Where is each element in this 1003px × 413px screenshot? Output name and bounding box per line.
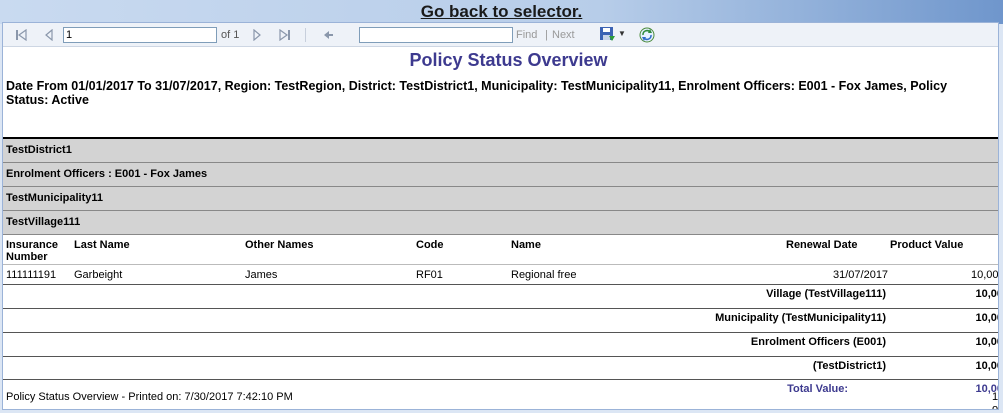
- grand-total-value: 10,00: [975, 383, 998, 395]
- total-village-value: 10,00: [975, 288, 998, 300]
- column-header-divider: [3, 264, 998, 265]
- back-to-selector-link[interactable]: Go back to selector.: [0, 2, 1003, 22]
- criteria-line-2: Status: Active: [6, 93, 89, 107]
- back-to-parent-icon[interactable]: [320, 27, 336, 43]
- col-name: Name: [511, 239, 541, 251]
- col-product-value: Product Value: [890, 239, 964, 251]
- refresh-icon[interactable]: [639, 27, 655, 43]
- find-link[interactable]: Find: [516, 29, 537, 41]
- previous-page-icon[interactable]: [41, 27, 57, 43]
- col-insurance-number: Insurance Number: [6, 239, 58, 263]
- row-divider: [3, 379, 998, 380]
- cell-name: Regional free: [511, 269, 577, 281]
- total-village-label: Village (TestVillage111): [766, 288, 886, 300]
- page-number-input[interactable]: [63, 27, 217, 43]
- next-page-icon[interactable]: [249, 27, 265, 43]
- col-code: Code: [416, 239, 444, 251]
- cell-renewal-date: 31/07/2017: [833, 269, 889, 281]
- group-municipality: TestMunicipality11: [3, 187, 998, 211]
- row-divider: [3, 284, 998, 285]
- report-criteria: Date From 01/01/2017 To 31/07/2017, Regi…: [6, 79, 998, 107]
- toolbar-divider: [305, 28, 306, 42]
- col-last-name: Last Name: [74, 239, 130, 251]
- criteria-line-1: Date From 01/01/2017 To 31/07/2017, Regi…: [6, 79, 948, 93]
- cell-product-value: 10,000: [971, 269, 998, 281]
- page-indicator: 1 o: [992, 391, 998, 409]
- total-municipality-label: Municipality (TestMunicipality11): [715, 312, 886, 324]
- report-body: Policy Status Overview Date From 01/01/2…: [3, 48, 998, 409]
- find-text-input[interactable]: [359, 27, 513, 43]
- page-count-label: of 1: [221, 29, 240, 41]
- cell-other-names: James: [245, 269, 278, 281]
- report-toolbar: of 1 Find | Next ▼: [3, 23, 998, 47]
- total-district-value: 10,00: [975, 360, 998, 372]
- report-viewer: of 1 Find | Next ▼ Policy Status Overvie…: [2, 22, 999, 410]
- cell-last-name: Garbeight: [74, 269, 123, 281]
- group-enrolment-officer: Enrolment Officers : E001 - Fox James: [3, 163, 998, 187]
- col-renewal-date: Renewal Date: [786, 239, 858, 251]
- export-dropdown-icon[interactable]: ▼: [618, 29, 626, 38]
- report-title: Policy Status Overview: [409, 50, 608, 70]
- top-bar: Go back to selector.: [0, 0, 1003, 24]
- row-divider: [3, 308, 998, 309]
- export-save-icon[interactable]: [599, 26, 615, 42]
- group-village: TestVillage111: [3, 211, 998, 235]
- row-divider: [3, 332, 998, 333]
- find-next-separator: |: [545, 29, 548, 41]
- report-footer: Policy Status Overview - Printed on: 7/3…: [6, 391, 293, 403]
- cell-code: RF01: [416, 269, 443, 281]
- total-district-label: (TestDistrict1): [812, 360, 886, 372]
- row-divider: [3, 356, 998, 357]
- grand-total-label: Total Value:: [787, 383, 848, 395]
- col-other-names: Other Names: [245, 239, 314, 251]
- total-enrolment-officer-value: 10,00: [975, 336, 998, 348]
- group-district: TestDistrict1: [3, 139, 998, 163]
- total-municipality-value: 10,00: [975, 312, 998, 324]
- total-enrolment-officer-label: Enrolment Officers (E001): [750, 336, 886, 348]
- last-page-icon[interactable]: [277, 27, 293, 43]
- first-page-icon[interactable]: [13, 27, 29, 43]
- cell-insurance-number: 111111191: [6, 269, 57, 281]
- find-next-link[interactable]: Next: [552, 29, 575, 41]
